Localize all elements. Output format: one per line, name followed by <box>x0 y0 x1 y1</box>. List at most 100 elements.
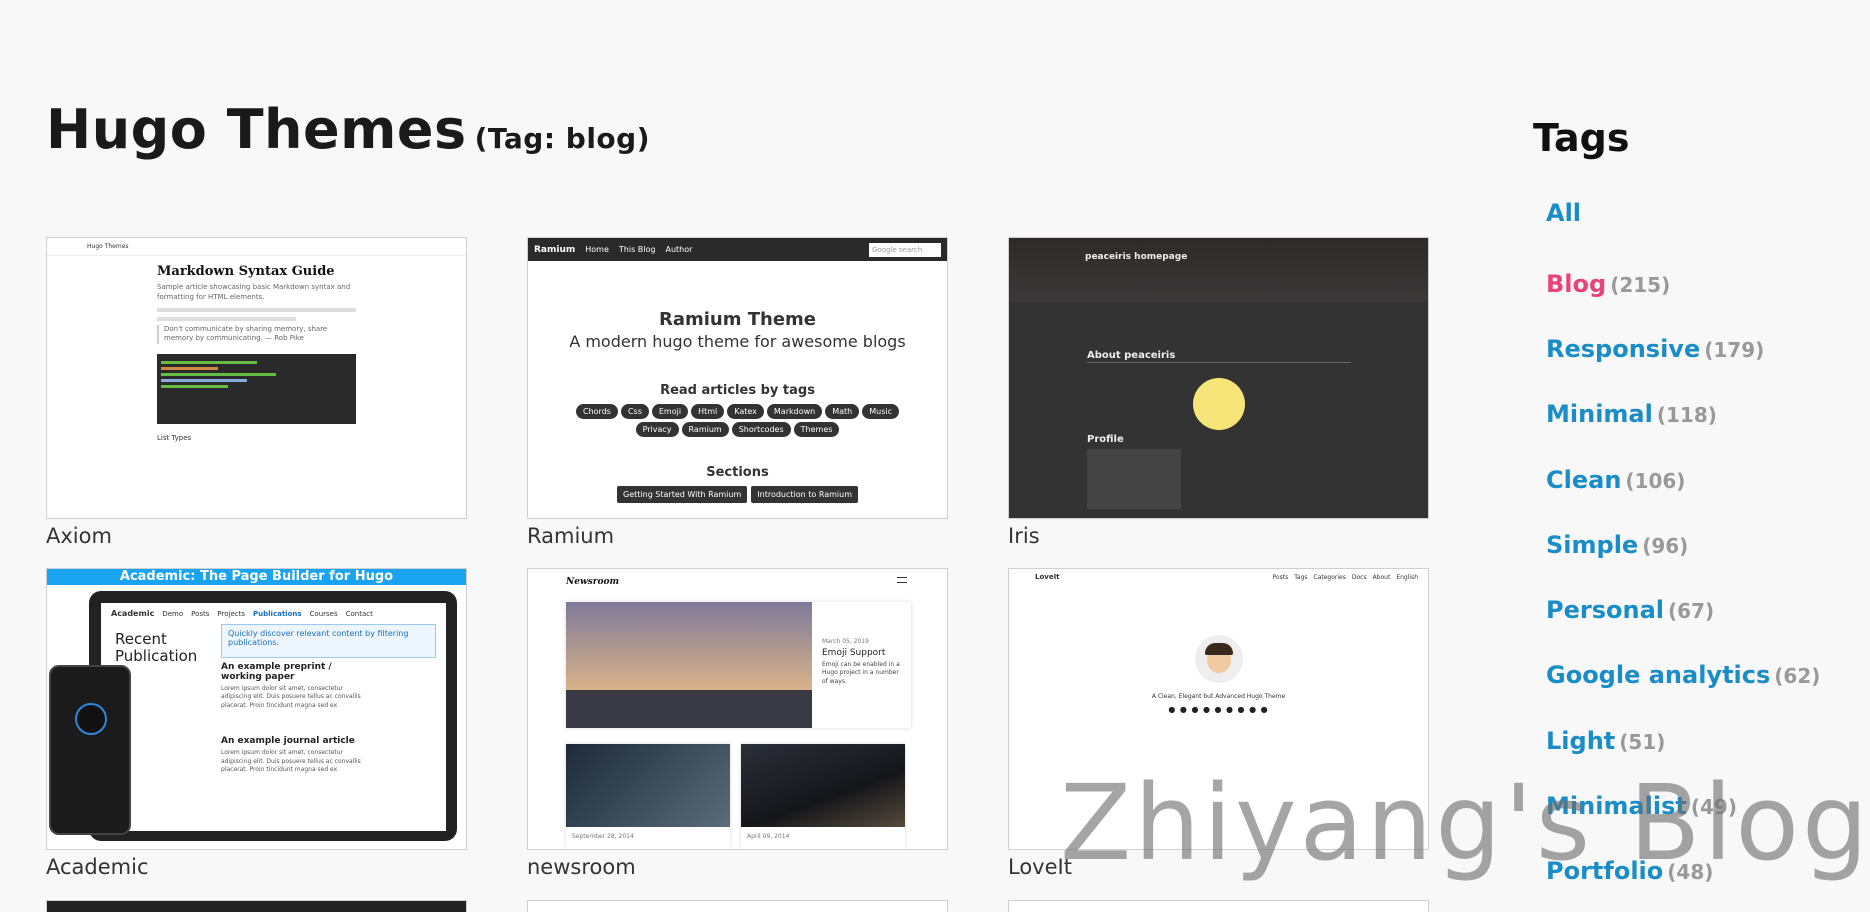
tag-label: Portfolio <box>1546 857 1664 885</box>
thumb-site-title: peaceiris homepage <box>1009 238 1428 302</box>
post-title: Emoji Support <box>822 648 886 658</box>
thumb-nav: Hugo Themes <box>47 238 466 256</box>
theme-name[interactable]: LoveIt <box>1008 855 1429 879</box>
thumb-code-block <box>157 354 356 425</box>
thumb-info-box: Quickly discover relevant content by fil… <box>221 624 436 658</box>
page-title-text: Hugo Themes <box>46 98 467 161</box>
thumb-about: About peaceiris <box>1087 350 1176 361</box>
thumb-tagline: A Clean, Elegant but Advanced Hugo Theme <box>1151 693 1286 700</box>
thumb-nav-item: Contact <box>345 609 373 618</box>
thumb-brand: Academic <box>111 609 155 618</box>
thumb-profile: Profile <box>1087 434 1124 445</box>
thumb-title: Ramium Theme <box>658 309 817 330</box>
theme-name[interactable]: Iris <box>1008 524 1429 548</box>
tag-label: Minimalist <box>1546 792 1687 820</box>
tag-link-blog[interactable]: Blog (215) <box>1546 270 1670 298</box>
theme-thumbnail[interactable]: peaceiris homepage About peaceiris Profi… <box>1008 237 1429 519</box>
theme-card-axiom[interactable]: Hugo Themes Markdown Syntax Guide Sample… <box>46 237 467 548</box>
thumb-article-text: Lorem ipsum dolor sit amet, consectetur … <box>221 749 361 773</box>
social-icons: ● ● ● ● ● ● ● ● ● <box>1168 705 1269 714</box>
theme-thumbnail[interactable]: Ramium Home This Blog Author Google sear… <box>527 237 948 519</box>
theme-thumbnail[interactable]: Hugo Themes Markdown Syntax Guide Sample… <box>46 237 467 519</box>
thumb-profile-table <box>1087 449 1181 509</box>
post-image <box>741 744 905 827</box>
theme-name[interactable]: Axiom <box>46 524 467 548</box>
thumb-nav: Ramium Home This Blog Author Google sear… <box>528 238 947 261</box>
tag-link-responsive[interactable]: Responsive (179) <box>1546 335 1764 363</box>
thumb-quote: Don't communicate by sharing memory, sha… <box>157 324 356 345</box>
tag-link-google-analytics[interactable]: Google analytics (62) <box>1546 661 1820 689</box>
menu-icon <box>897 577 907 583</box>
thumb-summary: Sample article showcasing basic Markdown… <box>157 283 351 301</box>
thumb-section-title: Recent Publication <box>115 630 198 665</box>
thumb-nav-item: Posts <box>1272 573 1289 581</box>
theme-name[interactable]: newsroom <box>527 855 948 879</box>
thumb-nav-item: Categories <box>1313 573 1346 581</box>
thumb-nav: Academic Demo Posts Projects Publication… <box>111 609 436 618</box>
section-button: Introduction to Ramium <box>751 486 858 503</box>
avatar <box>1195 635 1243 683</box>
theme-card-partial[interactable] <box>46 900 467 912</box>
thumb-nav-item: About <box>1372 573 1391 581</box>
sidebar-title: Tags <box>1533 116 1630 160</box>
tag-link-simple[interactable]: Simple (96) <box>1546 531 1688 559</box>
thumb-footer: List Types <box>157 434 192 443</box>
tag-count: (118) <box>1656 403 1717 427</box>
thumb-subtitle: A modern hugo theme for awesome blogs <box>569 332 906 351</box>
post-image <box>566 744 730 827</box>
tag-pill: Math <box>825 404 860 419</box>
theme-name[interactable]: Academic <box>46 855 467 879</box>
tag-pill: Music <box>862 404 899 419</box>
thumb-tag-pills: Chords Css Emoji Html Katex Markdown Mat… <box>568 404 908 437</box>
tag-link-minimal[interactable]: Minimal (118) <box>1546 400 1717 428</box>
theme-thumbnail[interactable]: LoveIt Posts Tags Categories Docs About … <box>1008 568 1429 850</box>
thumb-article-text: Lorem ipsum dolor sit amet, consectetur … <box>221 685 361 709</box>
thumb-nav: LoveIt Posts Tags Categories Docs About … <box>1009 569 1428 585</box>
avatar <box>1193 378 1245 430</box>
post-date: April 09, 2014 <box>747 833 790 840</box>
thumb-nav-item: Home <box>585 245 609 254</box>
tag-link-light[interactable]: Light (51) <box>1546 727 1665 755</box>
thumb-nav-item: Demo <box>162 609 184 618</box>
theme-card-iris[interactable]: peaceiris homepage About peaceiris Profi… <box>1008 237 1429 548</box>
tag-pill: Css <box>620 404 649 419</box>
thumb-tags-heading: Read articles by tags <box>660 383 815 398</box>
theme-card-loveit[interactable]: LoveIt Posts Tags Categories Docs About … <box>1008 568 1429 879</box>
theme-card-academic[interactable]: Academic: The Page Builder for Hugo Acad… <box>46 568 467 879</box>
theme-card-ramium[interactable]: Ramium Home This Blog Author Google sear… <box>527 237 948 548</box>
theme-card-newsroom[interactable]: Newsroom March 05, 2019 Emoji Support Em… <box>527 568 948 879</box>
city-image <box>566 602 812 728</box>
theme-card-partial[interactable] <box>527 900 948 912</box>
tag-count: (215) <box>1610 273 1671 297</box>
tag-label: All <box>1546 199 1582 227</box>
tag-link-personal[interactable]: Personal (67) <box>1546 596 1714 624</box>
tag-link-minimalist[interactable]: Minimalist (49) <box>1546 792 1737 820</box>
theme-thumbnail[interactable]: Newsroom March 05, 2019 Emoji Support Em… <box>527 568 948 850</box>
tag-count: (179) <box>1704 338 1765 362</box>
tag-pill: Emoji <box>651 404 689 419</box>
tag-pill: Katex <box>727 404 764 419</box>
thumb-sections-heading: Sections <box>706 465 769 480</box>
thumb-article-title: An example journal article <box>221 736 355 747</box>
thumb-post-card: September 28, 2014 <box>566 744 730 849</box>
thumb-article-title: An example preprint / working paper <box>221 662 332 682</box>
tag-pill: Markdown <box>766 404 823 419</box>
theme-name[interactable]: Ramium <box>527 524 948 548</box>
page-title: Hugo Themes (Tag: blog) <box>46 98 650 161</box>
tag-label: Google analytics <box>1546 661 1771 689</box>
section-button: Getting Started With Ramium <box>617 486 748 503</box>
thumb-nav-item: Posts <box>191 609 210 618</box>
avatar <box>75 703 107 735</box>
thumb-nav-item: English <box>1396 573 1418 581</box>
theme-thumbnail[interactable]: Academic: The Page Builder for Hugo Acad… <box>46 568 467 850</box>
tag-count: (49) <box>1690 795 1737 819</box>
tag-link-clean[interactable]: Clean (106) <box>1546 466 1685 494</box>
tag-pill: Ramium <box>681 422 729 437</box>
thumb-nav-item: Author <box>665 245 693 254</box>
theme-card-partial[interactable] <box>1008 900 1429 912</box>
tag-label: Simple <box>1546 531 1639 559</box>
page-subtitle: (Tag: blog) <box>474 122 651 155</box>
tag-link-all[interactable]: All <box>1546 199 1581 227</box>
tag-link-portfolio[interactable]: Portfolio (48) <box>1546 857 1713 885</box>
thumb-nav-item: Tags <box>1294 573 1308 581</box>
